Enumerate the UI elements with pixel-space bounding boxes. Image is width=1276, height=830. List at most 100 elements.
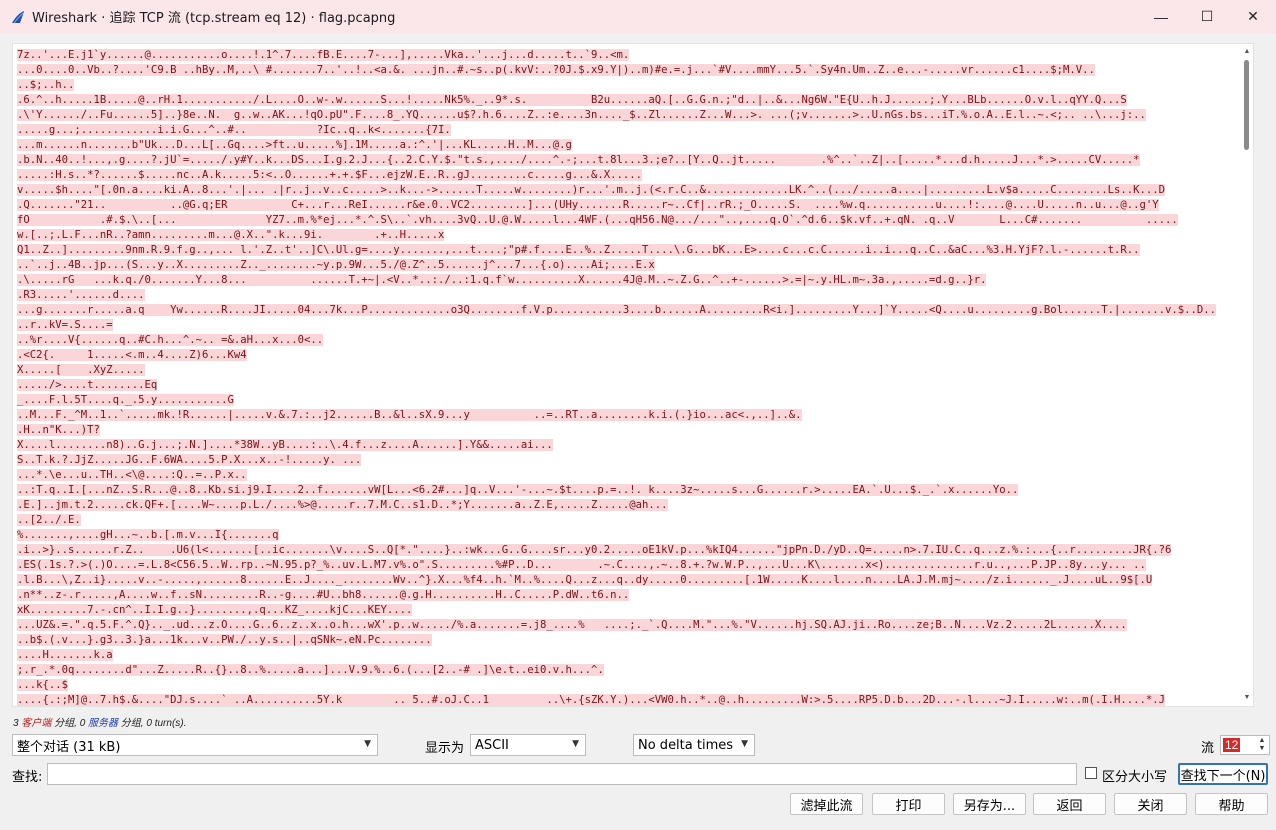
client-payload-text: fO .#.$.\..[... YZ7..m.%*ej...*.^.S\..`.…	[17, 214, 1178, 226]
find-label: 查找:	[12, 770, 43, 785]
stream-line: 7z..'...E.j1`y......@...........o....!.1…	[17, 48, 1253, 63]
client-payload-text: v.....$h...."[.0n.a....ki.A..8...'.|... …	[17, 184, 1166, 196]
client-payload-text: .b.N..40..!...,.g....?.jU`=...../.y#Y..k…	[17, 154, 1140, 166]
stream-line: ....H.......k.a	[17, 648, 1253, 663]
client-payload-text: .E.]..jm.t.2.....ck.QF+.[....W~....p.L./…	[17, 499, 668, 511]
stream-status: 3 客户端 分组, 0 服务器 分组, 0 turn(s).	[13, 714, 186, 729]
client-payload-text: ..`..j..4B..jp...(S...y..X.........Z.._.…	[17, 259, 655, 271]
client-payload-text: X.....[ .XyZ.....	[17, 364, 145, 376]
filter-out-stream-button[interactable]: 滤掉此流	[790, 793, 863, 815]
stream-line: %.......,....gH...~..b.[.m.v...I{.......…	[17, 528, 1253, 543]
stream-label: 流	[1201, 741, 1215, 756]
vertical-scrollbar[interactable]: ▲ ▼	[1241, 44, 1253, 706]
client-payload-text: ...k{..$	[17, 679, 69, 691]
stream-line: fO .#.$.\..[... YZ7..m.%*ej...*.^.S\..`.…	[17, 213, 1253, 228]
stream-number-value[interactable]: 12	[1223, 738, 1241, 752]
stream-line: .i..>}..s......r.Z.. .U6(l<.......[..ic.…	[17, 543, 1253, 558]
print-button[interactable]: 打印	[872, 793, 945, 815]
client-payload-text: ..[2../.E.	[17, 514, 81, 526]
conversation-select-value: 整个对话 (31 kB)	[17, 739, 121, 755]
stream-line: .\'Y....../..Fu......5]..}8e..N. g..w..A…	[17, 108, 1253, 123]
stream-line: .\.....rG ...k.q./0.......Y...8... .....…	[17, 273, 1253, 288]
window-title: Wireshark · 追踪 TCP 流 (tcp.stream eq 12) …	[32, 11, 396, 26]
stream-line: ;.r_.*.0q........d"...Z.....R..{}..8..%.…	[17, 663, 1253, 678]
find-input[interactable]	[47, 763, 1077, 785]
stream-text: 7z..'...E.j1`y......@...........o....!.1…	[13, 44, 1253, 706]
wireshark-fin-icon	[12, 10, 24, 23]
stream-line: ...g.......r.....a.q Yw......R....JI....…	[17, 303, 1253, 318]
show-as-select[interactable]: ASCII ▼	[470, 734, 586, 756]
stream-line: .b.N..40..!...,.g....?.jU`=...../.y#Y..k…	[17, 153, 1253, 168]
close-button[interactable]: 关闭	[1114, 793, 1187, 815]
status-text: 分组,	[51, 718, 80, 729]
stream-line: .....g...;............i.i.G...^..#.. ?Ic…	[17, 123, 1253, 138]
client-payload-text: ..r..kV=.S....=	[17, 319, 113, 331]
stream-line: ...UZ&.=.".q.5.F.^.Q}.._.ud...z.O....G..…	[17, 618, 1253, 633]
case-sensitive-checkbox[interactable]	[1085, 767, 1097, 779]
stream-line: X....l........n8)..G.j...;.N.]....*38W..…	[17, 438, 1253, 453]
client-payload-text: .....:H.s..*?......$.....nc..A.k.....5:<…	[17, 169, 643, 181]
stream-line: ..b$.(.v...}.g3..3.}a...1k...v..PW./..y.…	[17, 633, 1253, 648]
client-payload-text: %.......,....gH...~..b.[.m.v...I{.......…	[17, 529, 279, 541]
client-payload-text: .\'Y....../..Fu......5]..}8e..N. g..w..A…	[17, 109, 1146, 121]
case-sensitive-label: 区分大小写	[1102, 770, 1168, 785]
client-payload-text: ...0....0..Vb..?....'C9.B ..hBy..M,..\ #…	[17, 64, 1095, 76]
minimize-button[interactable]: —	[1138, 0, 1184, 33]
client-payload-text: ...m......n.......b"Uk...D...L[..Gq....>…	[17, 139, 572, 151]
stream-line: ..`..j..4B..jp...(S...y..X.........Z.._.…	[17, 258, 1253, 273]
stream-line: .6.^..h.....1B.....@..rH.1.........../.L…	[17, 93, 1253, 108]
client-payload-text: ..M...F._^M..1..`.....mk.!R......|.....v…	[17, 409, 802, 421]
stream-number-spinbox[interactable]: 12 ▲ ▼	[1220, 735, 1270, 755]
stream-line: w.[..;.L.F...nR..?amn.........m...@.X.."…	[17, 228, 1253, 243]
status-client-count: 3	[13, 718, 19, 729]
spin-up-icon[interactable]: ▲	[1257, 737, 1267, 745]
status-client-label: 客户端	[21, 718, 52, 729]
chevron-down-icon: ▼	[572, 739, 579, 749]
stream-line: xK.........7.-.cn^..I.I.g..}........,.q.…	[17, 603, 1253, 618]
stream-line: ...m......n.......b"Uk...D...L[..Gq....>…	[17, 138, 1253, 153]
client-payload-text: 7z..'...E.j1`y......@...........o....!.1…	[17, 49, 630, 61]
scroll-thumb[interactable]	[1244, 60, 1249, 150]
maximize-button[interactable]: ☐	[1184, 0, 1230, 33]
stream-line: .Q......."21.. ..@G.q;ER C+...r...ReI...…	[17, 198, 1253, 213]
scroll-up-arrow-icon[interactable]: ▲	[1241, 46, 1253, 58]
save-as-button[interactable]: 另存为...	[953, 793, 1026, 815]
client-payload-text: ..$;..h..	[17, 79, 75, 91]
close-window-button[interactable]: ✕	[1230, 0, 1276, 33]
client-payload-text: .Q......."21.. ..@G.q;ER C+...r...ReI...…	[17, 199, 1159, 211]
client-payload-text: .i..>}..s......r.Z.. .U6(l<.......[..ic.…	[17, 544, 1172, 556]
client-payload-text: .<C2{. 1.....<.m..4....Z)6...Kw4	[17, 349, 247, 361]
delta-times-select[interactable]: No delta times ▼	[633, 734, 755, 756]
stream-line: v.....$h...."[.0n.a....ki.A..8...'.|... …	[17, 183, 1253, 198]
client-payload-text: ....H.......k.a	[17, 649, 113, 661]
client-payload-text: .l.B...\,Z..i}.....v..-.....,......8....…	[17, 574, 1153, 586]
help-button[interactable]: 帮助	[1195, 793, 1268, 815]
find-next-button[interactable]: 查找下一个(N)	[1178, 763, 1268, 785]
client-payload-text: S..T.k.?.JjZ.....JG..F.6WA....5.P.X...x.…	[17, 454, 362, 466]
scroll-down-arrow-icon[interactable]: ▼	[1241, 692, 1253, 704]
conversation-select[interactable]: 整个对话 (31 kB) ▼	[12, 734, 378, 756]
client-payload-text: w.[..;.L.F...nR..?amn.........m...@.X.."…	[17, 229, 445, 241]
client-payload-text: .\.....rG ...k.q./0.......Y...8... .....…	[17, 274, 987, 286]
stream-line: ...0....0..Vb..?....'C9.B ..hBy..M,..\ #…	[17, 63, 1253, 78]
client-payload-text: .n**..z-.r.....,A....w..f..sN.........R.…	[17, 589, 630, 601]
client-payload-text: xK.........7.-.cn^..I.I.g..}........,.q.…	[17, 604, 413, 616]
stream-line: .R3.....'......d....	[17, 288, 1253, 303]
stream-line: .l.B...\,Z..i}.....v..-.....,......8....…	[17, 573, 1253, 588]
status-server-count: 0	[79, 718, 86, 729]
client-payload-text: ;.r_.*.0q........d"...Z.....R..{}..8..%.…	[17, 664, 604, 676]
stream-line: ..r..kV=.S....=	[17, 318, 1253, 333]
stream-line: .H..n"K...)T?	[17, 423, 1253, 438]
client-payload-text: ...../>....t........Eq	[17, 379, 158, 391]
client-payload-text: _....F.l.5T....q._.5.y...........G	[17, 394, 234, 406]
spin-down-icon[interactable]: ▼	[1257, 745, 1267, 753]
status-text: 分组,	[118, 718, 147, 729]
stream-content-view[interactable]: 7z..'...E.j1`y......@...........o....!.1…	[12, 43, 1254, 707]
client-payload-text: .....g...;............i.i.G...^..#.. ?Ic…	[17, 124, 451, 136]
client-payload-text: .R3.....'......d....	[17, 289, 145, 301]
stream-line: S..T.k.?.JjZ.....JG..F.6WA....5.P.X...x.…	[17, 453, 1253, 468]
client-payload-text: Q1..Z..].........9nm.R.9.f.g..,... l.'.Z…	[17, 244, 1140, 256]
client-payload-text: ...*.\e...u..TH..<\@....:Q..=..P.x..	[17, 469, 247, 481]
back-button[interactable]: 返回	[1033, 793, 1106, 815]
client-payload-text: .6.^..h.....1B.....@..rH.1.........../.L…	[17, 94, 1127, 106]
